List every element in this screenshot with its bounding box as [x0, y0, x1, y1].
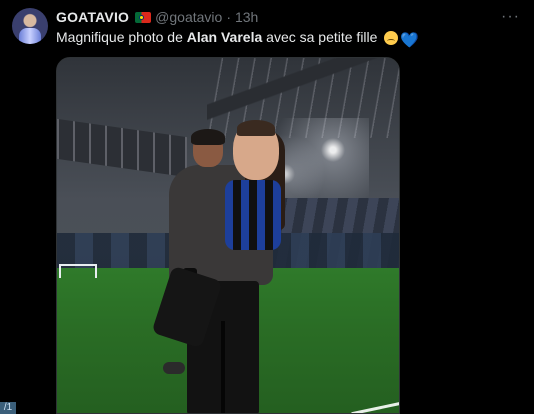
user-handle[interactable]: @goatavio — [155, 9, 222, 25]
child-figure — [151, 120, 295, 374]
man-leg-gap — [221, 321, 225, 413]
tweet-text-end: avec sa petite fille — [262, 29, 382, 45]
pleading-face-icon — [384, 31, 399, 45]
child-jersey — [225, 180, 281, 250]
more-options-icon[interactable]: ··· — [501, 8, 520, 26]
tweet-header: GOATAVIO @goatavio · 13h — [56, 8, 258, 26]
timestamp[interactable]: 13h — [235, 9, 258, 25]
tweet[interactable]: GOATAVIO @goatavio · 13h ··· Magnifique … — [0, 0, 534, 414]
display-name[interactable]: GOATAVIO — [56, 9, 129, 25]
pager[interactable]: /1 — [0, 402, 16, 414]
tweet-text-start: Magnifique photo de — [56, 29, 187, 45]
goal-frame — [59, 264, 97, 278]
tweet-text: Magnifique photo de Alan Varela avec sa … — [56, 28, 419, 48]
avatar-shirt — [19, 28, 41, 44]
avatar[interactable] — [12, 8, 48, 44]
blue-heart-icon: 💙 — [400, 32, 420, 49]
man-hair — [191, 129, 225, 145]
portugal-flag-icon — [135, 11, 152, 23]
separator: · — [226, 9, 231, 25]
tweet-photo[interactable] — [56, 57, 400, 414]
child-shoe — [163, 362, 185, 374]
child-face — [233, 120, 279, 180]
tweet-text-bold: Alan Varela — [186, 29, 263, 45]
